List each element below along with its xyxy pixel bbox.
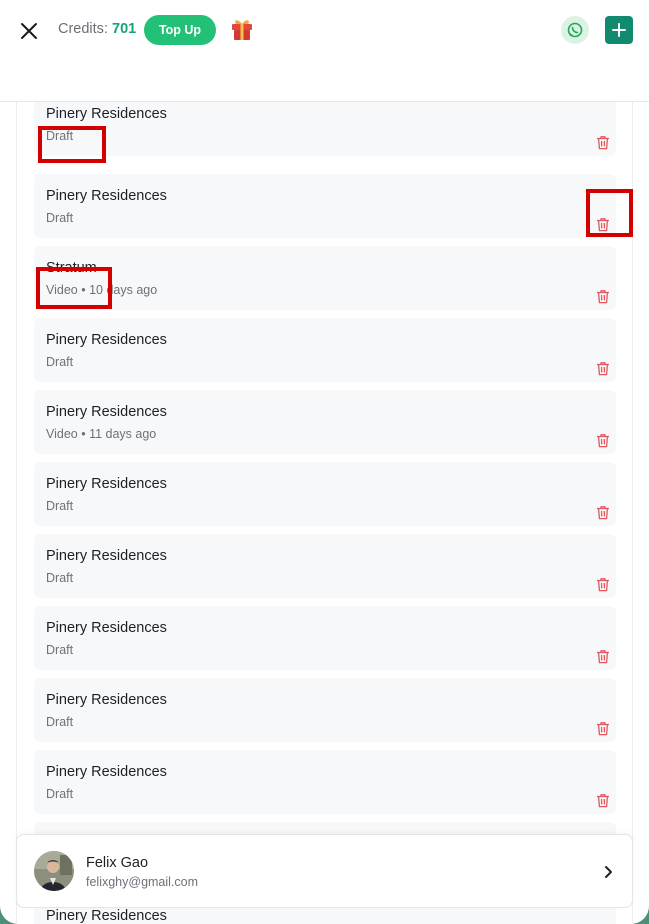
trash-icon[interactable] [596,289,610,304]
project-meta: Draft [46,571,74,585]
chevron-right-icon[interactable] [602,865,614,879]
gift-icon [232,20,252,40]
trash-icon[interactable] [596,577,610,592]
project-title: Pinery Residences [46,332,167,348]
project-title: Stratum [46,260,97,276]
project-meta: Video • 11 days ago [46,427,157,441]
project-item[interactable]: Pinery Residences Draft [34,678,616,742]
trash-icon[interactable] [596,135,610,150]
credits-value: 701 [112,21,137,37]
project-meta: Draft [46,129,74,143]
project-meta: Draft [46,355,74,369]
profile-name: Felix Gao [86,855,149,871]
project-list: Pinery Residences Draft Pinery Residence… [16,92,633,924]
project-title: Pinery Residences [46,548,167,564]
project-item[interactable]: Pinery Residences Video • 11 days ago [34,390,616,454]
avatar-image [34,851,74,891]
trash-icon[interactable] [596,793,610,808]
project-title: Pinery Residences [46,692,167,708]
project-title: Pinery Residences [46,106,167,122]
project-meta: Draft [46,499,74,513]
project-meta: Draft [46,643,74,657]
project-title: Pinery Residences [46,404,167,420]
project-title: Pinery Residences [46,188,167,204]
project-title: Pinery Residences [46,764,167,780]
project-item[interactable]: Pinery Residences Draft [34,606,616,670]
trash-icon[interactable] [596,361,610,376]
top-up-button[interactable]: Top Up [144,15,216,45]
trash-icon[interactable] [596,721,610,736]
project-meta: Draft [46,715,74,729]
drawer-header: Credits: 701 Top Up [0,0,649,102]
project-meta: Video • 10 days ago [46,283,158,297]
credits-label: Credits: [58,21,108,37]
project-item[interactable]: Pinery Residences Draft [34,462,616,526]
project-item[interactable]: Pinery Residences Draft [34,534,616,598]
add-project-button[interactable] [605,16,633,44]
trash-icon[interactable] [596,433,610,448]
whatsapp-button[interactable] [561,16,589,44]
project-item[interactable]: Stratum Video • 10 days ago [34,246,616,310]
trash-icon[interactable] [596,649,610,664]
projects-drawer: Credits: 701 Top Up Pinery Residences Dr… [0,0,649,924]
gift-button[interactable] [230,16,254,42]
profile-email: felixghy@gmail.com [86,875,199,889]
project-title: Pinery Residences [46,476,167,492]
project-item[interactable]: Pinery Residences Draft [34,750,616,814]
plus-icon [612,23,626,37]
project-title: Pinery Residences [46,908,167,924]
whatsapp-icon [567,22,583,38]
avatar [34,851,74,891]
project-item[interactable]: Pinery Residences Draft [34,318,616,382]
user-profile-card[interactable]: Felix Gao felixghy@gmail.com [16,834,633,908]
close-button[interactable] [16,18,42,44]
project-title: Pinery Residences [46,620,167,636]
project-meta: Draft [46,787,74,801]
project-item[interactable]: Pinery Residences Draft [34,174,616,238]
trash-icon[interactable] [596,217,610,232]
trash-icon[interactable] [596,505,610,520]
credits-display: Credits: 701 [58,21,136,37]
close-icon [21,23,37,39]
project-meta: Draft [46,211,74,225]
